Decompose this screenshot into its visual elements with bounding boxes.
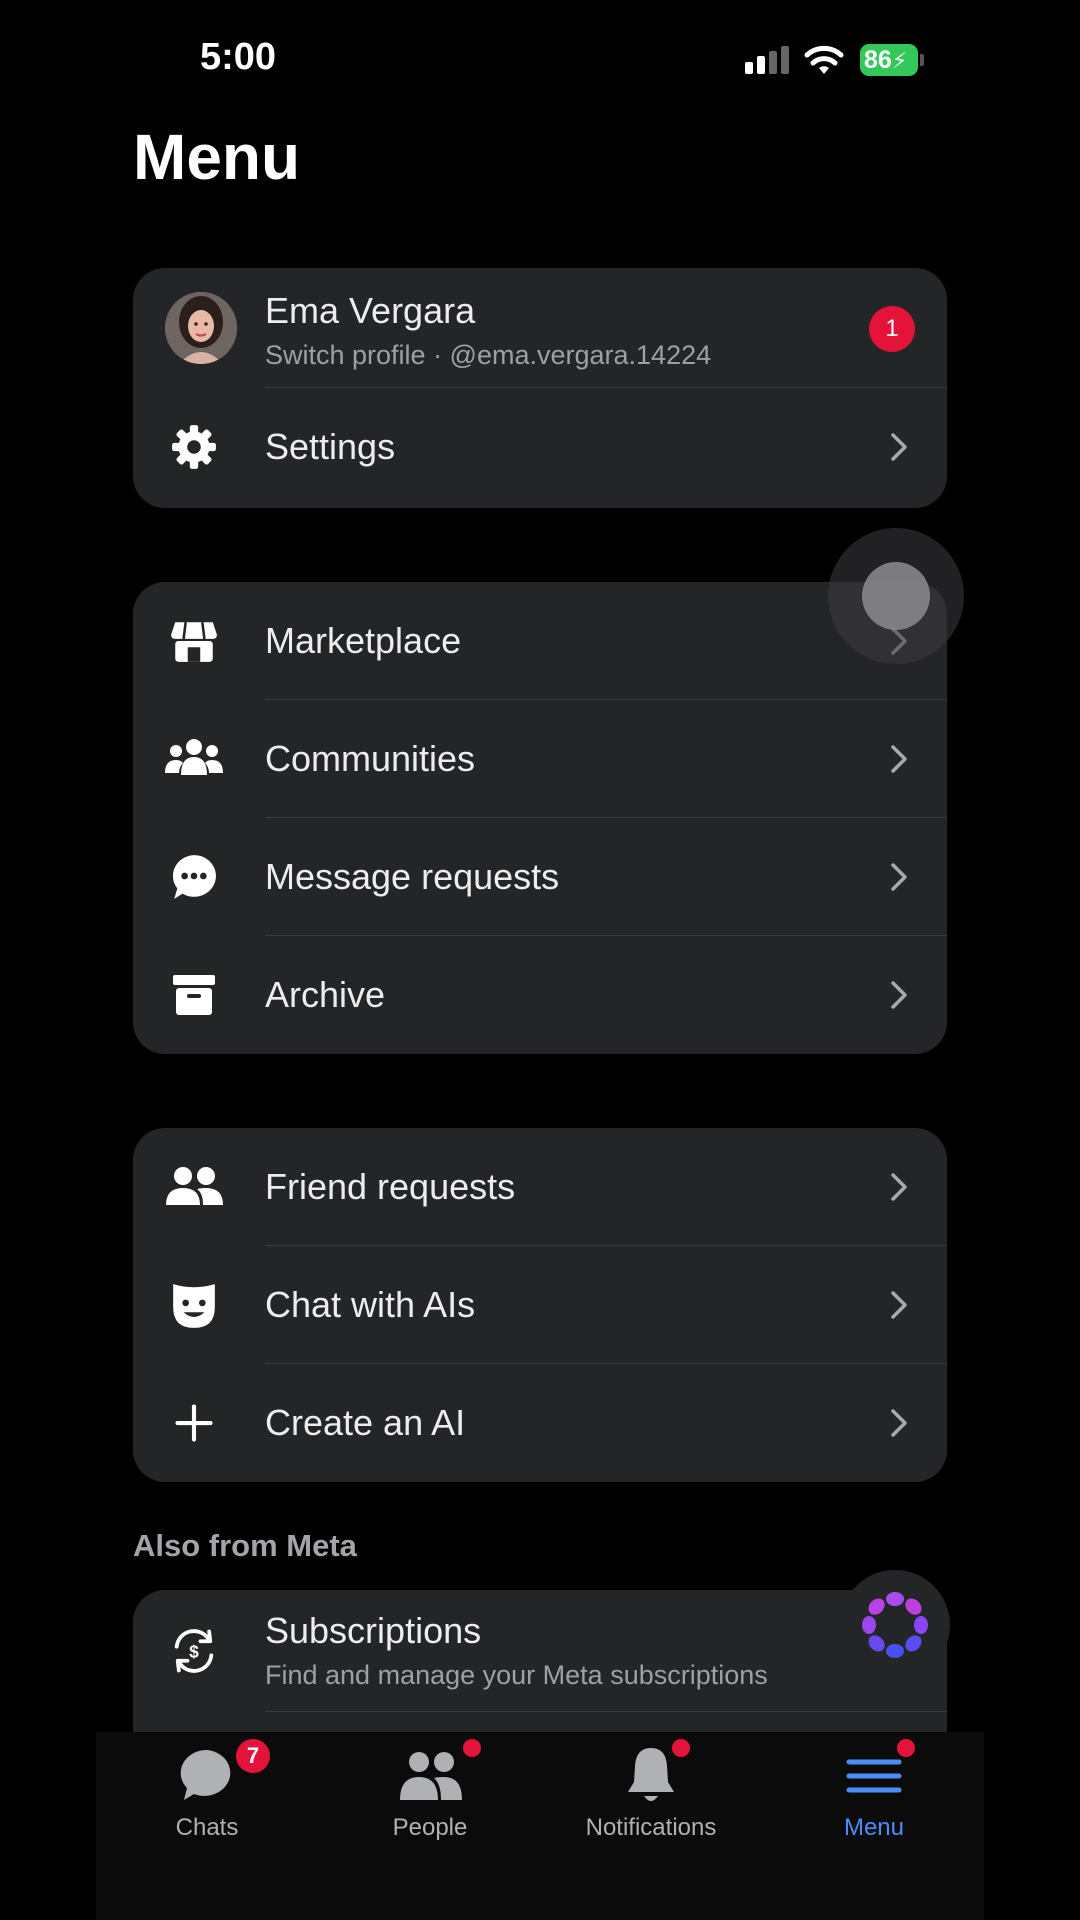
profile-switcher-row[interactable]: Ema Vergara Switch profile · @ema.vergar… xyxy=(133,268,947,388)
ai-face-icon xyxy=(163,1274,225,1336)
notification-badge: 1 xyxy=(869,306,915,352)
store-icon xyxy=(163,610,225,672)
tab-label: Menu xyxy=(843,1814,905,1841)
tab-label: Notifications xyxy=(585,1814,717,1841)
chat-bubble-dots-icon xyxy=(163,846,225,908)
subscriptions-description: Find and manage your Meta subscriptions xyxy=(265,1660,768,1690)
tab-chats[interactable]: 7 Chats xyxy=(107,1732,307,1852)
wifi-icon xyxy=(804,45,844,74)
plus-icon xyxy=(163,1392,225,1454)
meta-ai-icon xyxy=(862,1592,928,1658)
settings-label: Settings xyxy=(265,426,396,467)
create-an-ai-row[interactable]: Create an AI xyxy=(133,1364,947,1482)
message-requests-label: Message requests xyxy=(265,856,560,897)
people-notification-dot xyxy=(460,1736,484,1760)
friends-icon xyxy=(163,1156,225,1218)
chat-with-ais-row[interactable]: Chat with AIs xyxy=(133,1246,947,1364)
archive-box-icon xyxy=(163,964,225,1026)
friend-requests-label: Friend requests xyxy=(265,1166,516,1207)
gear-icon xyxy=(163,416,225,478)
chat-with-ais-label: Chat with AIs xyxy=(265,1284,476,1325)
svg-text:$: $ xyxy=(189,1642,199,1662)
avatar[interactable] xyxy=(165,292,237,364)
archive-row[interactable]: Archive xyxy=(133,936,947,1054)
charging-bolt-icon: ⚡ xyxy=(891,48,908,73)
status-bar: 5:00 86⚡ xyxy=(0,0,1080,120)
tab-people[interactable]: People xyxy=(330,1732,530,1852)
battery-level: 86 xyxy=(864,46,892,74)
communities-icon xyxy=(163,728,225,790)
menu-notification-dot xyxy=(894,1736,918,1760)
create-an-ai-label: Create an AI xyxy=(265,1402,466,1443)
archive-label: Archive xyxy=(265,974,386,1015)
status-time: 5:00 xyxy=(200,36,277,78)
tab-label: People xyxy=(392,1814,468,1841)
section-header-also-from-meta: Also from Meta xyxy=(133,1528,357,1563)
tab-menu[interactable]: Menu xyxy=(774,1732,974,1852)
tab-notifications[interactable]: Notifications xyxy=(551,1732,751,1852)
bottom-tab-bar: 7 Chats People Notifications Menu xyxy=(96,1732,984,1920)
chat-bubble-icon xyxy=(180,1749,231,1800)
chevron-right-icon xyxy=(891,433,907,461)
chevron-right-icon xyxy=(891,863,907,891)
friend-requests-row[interactable]: Friend requests xyxy=(133,1128,947,1246)
battery-indicator: 86⚡ xyxy=(860,44,924,76)
divider xyxy=(265,1711,947,1712)
people-icon xyxy=(400,1752,462,1800)
touch-indicator xyxy=(828,528,964,664)
meta-ai-button[interactable] xyxy=(840,1570,950,1680)
chevron-right-icon xyxy=(891,981,907,1009)
marketplace-row[interactable]: Marketplace xyxy=(133,582,947,700)
chevron-right-icon xyxy=(891,1409,907,1437)
chevron-right-icon xyxy=(891,1173,907,1201)
chats-unread-badge: 7 xyxy=(233,1736,273,1776)
chevron-right-icon xyxy=(891,1291,907,1319)
subscriptions-row[interactable]: $ Subscriptions Find and manage your Met… xyxy=(133,1590,947,1712)
profile-card: Ema Vergara Switch profile · @ema.vergar… xyxy=(133,268,947,508)
profile-subtitle: Switch profile · @ema.vergara.14224 xyxy=(265,340,712,370)
settings-row[interactable]: Settings xyxy=(133,388,947,506)
notifications-dot xyxy=(669,1736,693,1760)
chevron-right-icon xyxy=(891,745,907,773)
marketplace-label: Marketplace xyxy=(265,620,462,661)
page-title: Menu xyxy=(133,121,301,193)
communities-label: Communities xyxy=(265,738,476,779)
subscriptions-icon: $ xyxy=(163,1620,225,1682)
shortcuts-card: Marketplace Communities Message requests… xyxy=(133,582,947,1054)
cellular-signal-icon xyxy=(745,46,789,74)
communities-row[interactable]: Communities xyxy=(133,700,947,818)
ai-card: Friend requests Chat with AIs Create an … xyxy=(133,1128,947,1482)
profile-name: Ema Vergara xyxy=(265,290,476,331)
tab-label: Chats xyxy=(175,1814,239,1841)
subscriptions-title: Subscriptions xyxy=(265,1610,482,1651)
message-requests-row[interactable]: Message requests xyxy=(133,818,947,936)
